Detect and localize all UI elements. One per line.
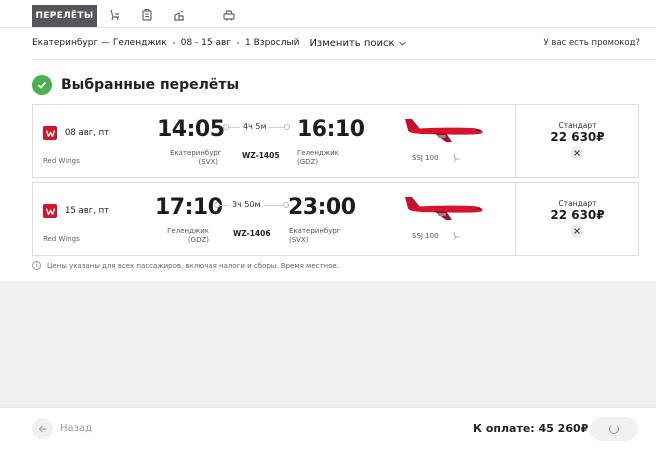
footer-bar: Назад К оплате: 45 260₽ [0,407,656,449]
seat-icon [452,231,462,241]
flight-duration: 4ч 5м [240,122,270,131]
arrival-time: 16:10 [297,117,365,142]
total-label: К оплате: [473,422,535,435]
change-search-label: Изменить поиск [309,37,395,49]
aircraft-type: SSJ 100 [412,154,439,162]
back-button[interactable] [32,418,53,439]
fare-name: Стандарт [558,121,597,130]
total-to-pay: К оплате: 45 260₽ [473,422,588,435]
car-icon[interactable] [221,7,237,23]
arrival-dot [284,124,290,130]
check-icon [32,75,52,95]
arrival-city: Екатеринбург [289,227,341,235]
separator-dot [237,42,240,44]
arrow-left-icon [38,425,46,432]
departure-code: (SVX) [198,158,219,166]
loading-spinner-icon [609,424,619,434]
dates-text: 08 - 15 авг [180,38,232,48]
arrival-code: (GDZ) [297,158,319,166]
pay-button[interactable] [590,417,638,441]
total-amount: 45 260₽ [538,422,589,435]
service-tabs: ПЕРЕЛЁТЫ [0,0,656,28]
flight-number: WZ-1406 [233,229,271,238]
aircraft-image [405,119,483,142]
selected-flights-title: Выбранные перелёты [61,77,240,93]
back-label[interactable]: Назад [60,423,92,434]
seat-icon [452,153,462,163]
departure-airport: Геленджик (GDZ) [161,227,209,245]
price-note-text: Цены указаны для всех пассажиров, включа… [47,261,339,270]
close-icon [574,150,580,156]
flight-card-outbound[interactable]: 08 авг, пт Red Wings 14:05 4ч 5м 16:10 Е… [32,104,639,178]
flight-number: WZ-1405 [242,151,280,160]
passengers-text: 1 Взрослый [245,38,300,48]
flight-duration: 3ч 50м [229,200,264,209]
route-text: Екатеринбург — Геленджик [32,38,167,48]
flight-date: 15 авг, пт [65,206,110,216]
remove-flight-button[interactable] [570,224,584,238]
arrival-code: (SVX) [289,236,309,244]
aircraft-image [405,197,483,220]
arrival-time: 23:00 [288,195,356,220]
arrival-airport: Геленджик (GDZ) [297,149,339,167]
fare-name: Стандарт [558,199,597,208]
departure-time: 17:10 [155,195,223,220]
departure-city: Екатеринбург [170,149,222,157]
arrival-city: Геленджик [297,149,339,157]
remove-flight-button[interactable] [570,146,584,160]
divider [32,59,656,60]
change-search-button[interactable]: Изменить поиск [309,38,406,49]
departure-time: 14:05 [157,117,225,142]
airline-logo-icon [43,204,57,218]
airline-name: Red Wings [43,235,80,243]
hotel-icon[interactable] [171,7,187,23]
departure-airport: Екатеринбург (SVX) [170,149,222,167]
price-note: i Цены указаны для всех пассажиров, вклю… [32,261,339,270]
aircraft-type: SSJ 100 [412,232,439,240]
seat-icon[interactable] [107,7,123,23]
fare-price: 22 630₽ [550,208,605,222]
luggage-icon[interactable] [139,7,155,23]
close-icon [574,228,580,234]
search-summary: Екатеринбург — Геленджик 08 - 15 авг 1 В… [32,36,407,50]
chevron-down-icon [398,41,406,46]
fare-price: 22 630₽ [550,130,605,144]
promo-code-link[interactable]: У вас есть промокод? [543,38,640,48]
separator-dot [172,42,175,44]
airline-logo-icon [43,126,57,140]
airline-name: Red Wings [43,157,80,165]
departure-code: (GDZ) [187,236,209,244]
flight-date: 08 авг, пт [65,128,110,138]
flight-card-return[interactable]: 15 авг, пт Red Wings 17:10 3ч 50м 23:00 … [32,182,639,256]
departure-city: Геленджик [167,227,209,235]
tab-flights[interactable]: ПЕРЕЛЁТЫ [32,5,97,27]
info-icon: i [32,261,41,270]
arrival-airport: Екатеринбург (SVX) [289,227,340,245]
